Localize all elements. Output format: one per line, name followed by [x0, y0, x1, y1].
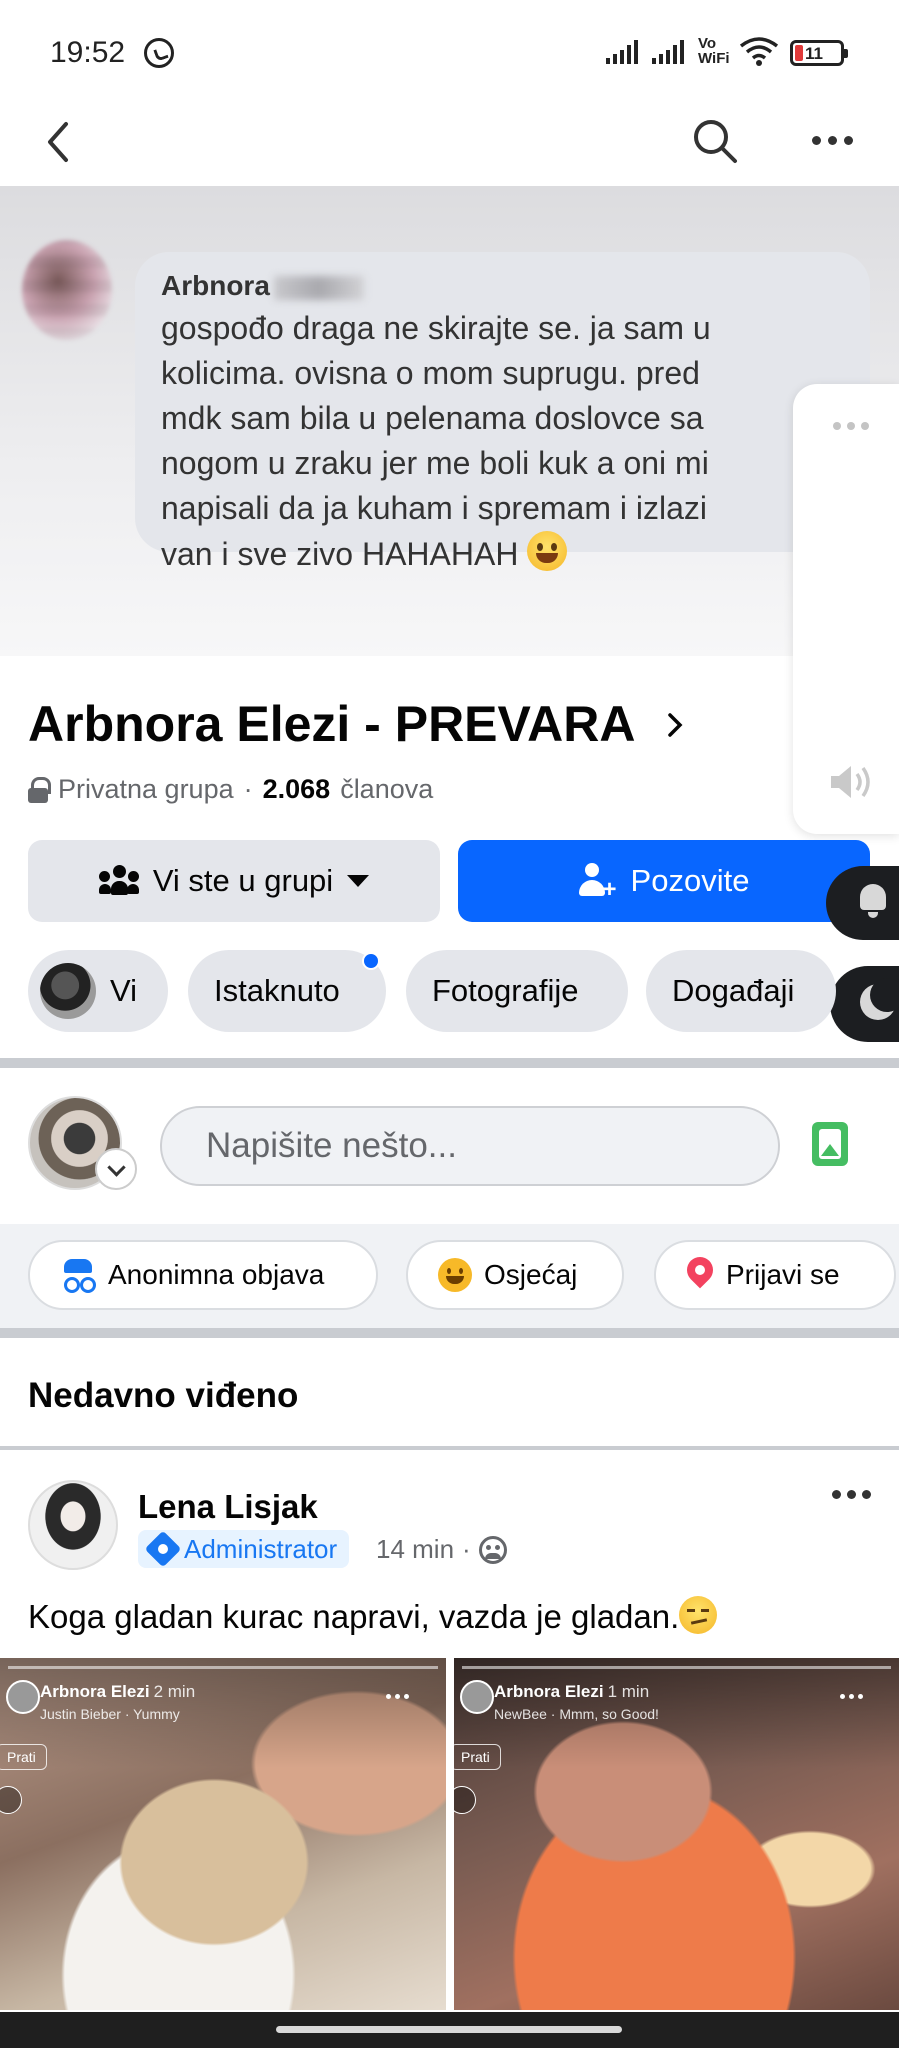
section-divider: [0, 1058, 899, 1068]
speaker-icon[interactable]: [827, 762, 879, 802]
tab-you[interactable]: Vi: [28, 950, 168, 1032]
location-pin-icon: [686, 1257, 714, 1293]
admin-badge: Administrator: [138, 1530, 350, 1568]
comment-author: Arbnora: [161, 270, 844, 302]
avatar: [460, 1680, 494, 1714]
battery-level: 11: [805, 44, 823, 63]
tab-label: Vi: [110, 973, 138, 1008]
photo-icon[interactable]: [812, 1122, 848, 1166]
avatar: [6, 1680, 40, 1714]
post-media-image[interactable]: Arbnora Elezi 2 min Justin Bieber · Yummy…: [0, 1658, 446, 2010]
signal-icon: [652, 40, 684, 64]
search-icon[interactable]: [692, 118, 738, 164]
tab-label: Fotografije: [432, 973, 579, 1008]
battery-icon: 11: [790, 40, 848, 66]
invite-label: Pozovite: [630, 863, 750, 898]
post-timestamp[interactable]: 14 min ·: [376, 1534, 507, 1565]
joined-group-button[interactable]: Vi ste u grupi: [28, 840, 440, 922]
floating-side-panel[interactable]: [793, 384, 899, 834]
section-divider: [0, 1328, 899, 1338]
media-song: NewBee · Mmm, so Good!: [494, 1706, 659, 1722]
feeling-button[interactable]: Osjećaj: [406, 1240, 624, 1310]
sound-icon: [0, 1786, 22, 1814]
media-song: Justin Bieber · Yummy: [40, 1706, 180, 1722]
invite-button[interactable]: + Pozovite: [458, 840, 870, 922]
section-divider: [0, 1446, 899, 1450]
top-navigation: [0, 100, 899, 186]
comment-text: gospođo draga ne skirajte se. ja sam u k…: [161, 310, 711, 572]
section-title: Nedavno viđeno: [28, 1376, 299, 1415]
whatsapp-icon: [144, 38, 174, 68]
home-indicator[interactable]: [276, 2026, 622, 2033]
notification-dot: [362, 952, 380, 970]
avatar: [40, 963, 96, 1019]
anonymous-icon: [60, 1259, 96, 1293]
more-icon: [840, 1694, 863, 1699]
comment-bubble: Arbnora gospođo draga ne skirajte se. ja…: [135, 252, 870, 572]
group-privacy: Privatna grupa: [58, 774, 234, 804]
member-count[interactable]: 2.068: [263, 774, 331, 805]
more-icon[interactable]: [812, 130, 860, 150]
wifi-icon: [739, 37, 779, 66]
sound-icon: [454, 1786, 476, 1814]
feeling-icon: [438, 1258, 472, 1292]
chevron-down-icon[interactable]: [95, 1148, 137, 1190]
follow-button: Prati: [454, 1744, 501, 1770]
check-in-button[interactable]: Prijavi se: [654, 1240, 896, 1310]
chip-label: Osjećaj: [484, 1259, 578, 1290]
chip-label: Prijavi se: [726, 1259, 840, 1290]
tab-featured[interactable]: Istaknuto: [188, 950, 386, 1032]
media-username: Arbnora Elezi 2 min: [40, 1682, 196, 1701]
lock-icon: [28, 776, 51, 803]
tab-events[interactable]: Događaji: [646, 950, 836, 1032]
add-person-icon: +: [578, 863, 617, 902]
post-composer-input[interactable]: Napišite nešto...: [160, 1106, 780, 1186]
meta-separator: ·: [243, 774, 253, 804]
tab-label: Istaknuto: [214, 973, 340, 1008]
smirk-emoji-icon: [679, 1596, 718, 1634]
follow-button: Prati: [0, 1744, 47, 1770]
more-icon[interactable]: [832, 1490, 871, 1499]
back-icon[interactable]: [40, 120, 80, 164]
members-audience-icon: [478, 1535, 507, 1564]
status-bar: 19:52 Vo WiFi 11: [0, 0, 899, 100]
group-meta: Privatna grupa · 2.068 članova: [28, 774, 433, 805]
chip-label: Anonimna objava: [108, 1259, 325, 1290]
composer-placeholder: Napišite nešto...: [206, 1126, 457, 1165]
system-navigation-bar: [0, 2012, 899, 2048]
group-cover-photo[interactable]: Arbnora gospođo draga ne skirajte se. ja…: [0, 186, 899, 656]
group-title[interactable]: Arbnora Elezi - PREVARA: [28, 695, 636, 753]
post-media-image[interactable]: Arbnora Elezi 1 min NewBee · Mmm, so Good…: [454, 1658, 899, 2010]
blurred-surname: [273, 275, 364, 300]
media-username: Arbnora Elezi 1 min: [494, 1682, 650, 1701]
blurred-avatar: [22, 240, 112, 340]
signal-icon: [606, 40, 638, 64]
post-author[interactable]: Lena Lisjak: [138, 1488, 318, 1526]
group-members-icon: [98, 865, 139, 897]
tab-label: Događaji: [672, 973, 795, 1008]
panel-handle-icon[interactable]: [833, 422, 869, 430]
avatar[interactable]: [28, 1480, 118, 1570]
moon-icon[interactable]: [830, 966, 899, 1042]
more-icon: [386, 1694, 409, 1699]
bell-icon[interactable]: [826, 866, 899, 940]
story-progress-bar: [8, 1666, 438, 1669]
anonymous-post-button[interactable]: Anonimna objava: [28, 1240, 378, 1310]
admin-shield-icon: [144, 1530, 182, 1568]
status-time: 19:52: [50, 36, 126, 69]
vowifi-indicator: Vo WiFi: [698, 35, 730, 67]
post-text: Koga gladan kurac napravi, vazda je glad…: [28, 1596, 718, 1636]
chevron-right-icon[interactable]: [664, 710, 686, 740]
admin-badge-label: Administrator: [184, 1533, 338, 1564]
joined-group-label: Vi ste u grupi: [152, 863, 334, 898]
caret-down-icon: [347, 875, 370, 887]
member-word: članova: [340, 774, 434, 804]
smile-emoji-icon: [527, 531, 568, 571]
tab-photos[interactable]: Fotografije: [406, 950, 628, 1032]
story-progress-bar: [462, 1666, 891, 1669]
